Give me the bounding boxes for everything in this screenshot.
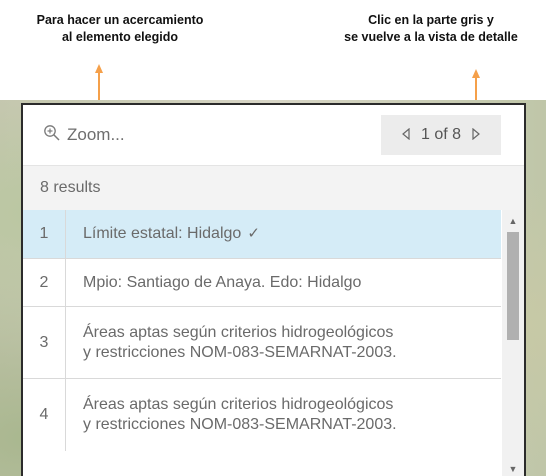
zoom-in-icon: [43, 124, 61, 147]
list-item-title: Mpio: Santiago de Anaya. Edo: Hidalgo: [83, 273, 362, 291]
popup-toolbar: Zoom... 1 of 8: [23, 105, 524, 165]
feature-popup: Zoom... 1 of 8 8 results 1 Límite estata…: [21, 103, 526, 476]
list-item-index: 3: [23, 307, 66, 378]
list-item[interactable]: 4 Áreas aptas según criterios hidrogeoló…: [23, 379, 501, 451]
check-icon: ✓: [247, 225, 260, 242]
list-item-label: Áreas aptas según criterios hidrogeológi…: [66, 307, 501, 378]
list-item-label: Límite estatal: Hidalgo ✓: [66, 210, 501, 258]
list-item[interactable]: 3 Áreas aptas según criterios hidrogeoló…: [23, 307, 501, 379]
caret-left-icon[interactable]: [401, 127, 411, 143]
list-item-line2: y restricciones NOM-083-SEMARNAT-2003.: [83, 416, 397, 433]
caret-right-icon[interactable]: [471, 127, 481, 143]
feature-pager[interactable]: 1 of 8: [381, 115, 501, 155]
list-item-line2: y restricciones NOM-083-SEMARNAT-2003.: [83, 343, 397, 361]
list-item-index: 1: [23, 210, 66, 258]
annotation-pager-line2: se vuelve a la vista de detalle: [344, 30, 518, 44]
triangle-up-icon[interactable]: ▲: [502, 212, 524, 230]
list-item[interactable]: 2 Mpio: Santiago de Anaya. Edo: Hidalgo: [23, 259, 501, 307]
annotation-zoom: Para hacer un acercamiento al elemento e…: [0, 12, 240, 46]
list-item-line1: Áreas aptas según criterios hidrogeológi…: [83, 323, 394, 341]
pager-text: 1 of 8: [420, 126, 462, 143]
annotation-pager: Clic en la parte gris y se vuelve a la v…: [316, 12, 546, 46]
list-item-index: 4: [23, 379, 66, 451]
zoom-label: Zoom...: [67, 125, 125, 144]
list-item[interactable]: 1 Límite estatal: Hidalgo ✓: [23, 210, 501, 259]
results-summary: 8 results: [23, 165, 524, 210]
triangle-down-icon[interactable]: ▼: [502, 460, 524, 476]
annotation-zoom-line1: Para hacer un acercamiento: [36, 13, 204, 27]
list-item-line1: Áreas aptas según criterios hidrogeológi…: [83, 396, 394, 413]
results-list: 1 Límite estatal: Hidalgo ✓ 2 Mpio: Sant…: [23, 210, 524, 476]
list-item-title: Límite estatal: Hidalgo: [83, 225, 242, 242]
list-item-label: Mpio: Santiago de Anaya. Edo: Hidalgo: [66, 259, 501, 306]
list-scrollbar[interactable]: ▲ ▼: [502, 210, 524, 476]
annotation-zoom-line2: al elemento elegido: [61, 30, 178, 44]
zoom-button[interactable]: Zoom...: [43, 119, 125, 151]
scroll-thumb[interactable]: [507, 232, 519, 340]
list-item-label: Áreas aptas según criterios hidrogeológi…: [66, 379, 501, 451]
annotation-pager-line1: Clic en la parte gris y: [368, 13, 494, 27]
results-count: 8 results: [40, 179, 101, 196]
list-item-index: 2: [23, 259, 66, 306]
